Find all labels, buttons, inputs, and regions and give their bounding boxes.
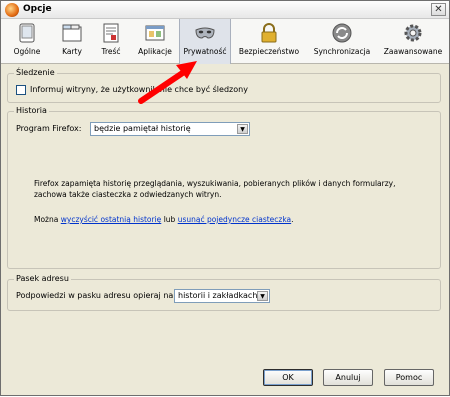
- privacy-mask-icon: [194, 22, 216, 44]
- do-not-track-label: Informuj witryny, że użytkownik nie chce…: [30, 85, 248, 94]
- chevron-down-icon: ▼: [257, 291, 268, 301]
- location-bar-legend: Pasek adresu: [14, 274, 71, 283]
- ok-button[interactable]: OK: [263, 369, 313, 386]
- toolbar-item-applications[interactable]: Aplikacje: [132, 19, 178, 64]
- remove-cookies-link[interactable]: usunąć pojedyncze ciasteczka: [178, 215, 291, 224]
- do-not-track-checkbox[interactable]: [16, 85, 26, 95]
- chevron-down-icon: ▼: [237, 124, 248, 134]
- history-group: Historia Program Firefox: będzie pamięta…: [7, 106, 441, 269]
- location-bar-suggest-value: historii i zakładkach: [178, 291, 258, 300]
- toolbar-item-label: Ogólne: [13, 47, 41, 56]
- tracking-legend: Śledzenie: [14, 68, 57, 77]
- history-description-line: Firefox zapamięta historię przeglądania,…: [34, 179, 396, 188]
- toolbar-item-security[interactable]: Bezpieczeństwo: [234, 19, 304, 64]
- toolbar-item-label: Prywatność: [183, 47, 227, 56]
- title-bar[interactable]: Opcje ✕: [1, 1, 449, 19]
- advanced-gear-icon: [402, 22, 424, 44]
- tracking-group: Śledzenie Informuj witryny, że użytkowni…: [7, 68, 441, 103]
- privacy-panel: Śledzenie Informuj witryny, że użytkowni…: [5, 67, 445, 361]
- toolbar-item-label: Aplikacje: [138, 47, 172, 56]
- location-bar-suggest-select[interactable]: historii i zakładkach ▼: [174, 289, 270, 303]
- history-legend: Historia: [14, 106, 49, 115]
- toolbar-item-label: Treść: [101, 47, 121, 56]
- history-links: Można wyczyścić ostatnią historię lub us…: [34, 214, 434, 225]
- tabs-icon: [61, 22, 83, 44]
- or-text: lub: [163, 215, 176, 224]
- help-button[interactable]: Pomoc: [384, 369, 434, 386]
- options-toolbar: Ogólne Karty Treść Aplikacje Prywatność …: [1, 19, 449, 64]
- toolbar-item-label: Karty: [62, 47, 82, 56]
- cancel-button[interactable]: Anuluj: [323, 369, 373, 386]
- general-icon: [16, 22, 38, 44]
- window-title: Opcje: [23, 4, 52, 14]
- history-description-line: zachowa także ciasteczka z odwiedzanych …: [34, 190, 222, 199]
- toolbar-item-tabs[interactable]: Karty: [53, 19, 91, 64]
- toolbar-item-label: Zaawansowane: [383, 47, 443, 56]
- toolbar-item-content[interactable]: Treść: [92, 19, 130, 64]
- toolbar-item-sync[interactable]: Synchronizacja: [307, 19, 377, 64]
- toolbar-item-privacy[interactable]: Prywatność: [179, 19, 231, 64]
- location-bar-group: Pasek adresu Podpowiedzi w pasku adresu …: [7, 274, 441, 311]
- history-program-label: Program Firefox:: [16, 124, 82, 133]
- toolbar-item-general[interactable]: Ogólne: [3, 19, 51, 64]
- clear-history-link[interactable]: wyczyścić ostatnią historię: [61, 215, 162, 224]
- firefox-icon: [5, 3, 19, 17]
- close-button[interactable]: ✕: [431, 3, 446, 16]
- toolbar-item-label: Synchronizacja: [313, 47, 371, 56]
- history-mode-select[interactable]: będzie pamiętał historię ▼: [90, 122, 250, 136]
- toolbar-item-advanced[interactable]: Zaawansowane: [379, 19, 447, 64]
- options-dialog: Opcje ✕ Ogólne Karty Treść Aplikacje Pry…: [0, 0, 450, 396]
- history-description: Firefox zapamięta historię przeglądania,…: [34, 178, 434, 200]
- period: .: [291, 215, 294, 224]
- toolbar-item-label: Bezpieczeństwo: [238, 47, 300, 56]
- location-bar-suggest-label: Podpowiedzi w pasku adresu opieraj na:: [16, 291, 176, 300]
- content-icon: [100, 22, 122, 44]
- security-lock-icon: [258, 22, 280, 44]
- history-mode-value: będzie pamiętał historię: [94, 124, 191, 133]
- sync-icon: [331, 22, 353, 44]
- may-text: Można: [34, 215, 59, 224]
- applications-icon: [144, 22, 166, 44]
